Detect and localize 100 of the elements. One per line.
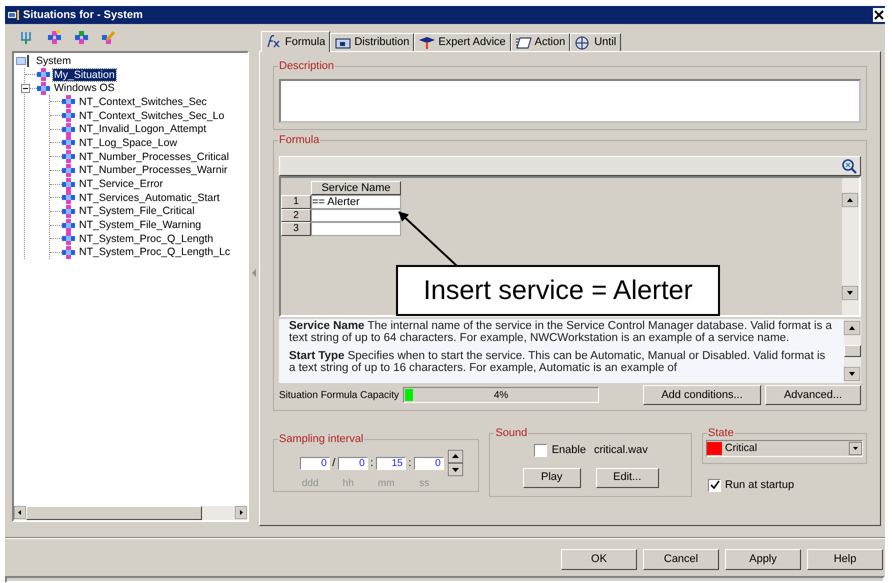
situation-icon [62, 109, 75, 122]
tab[interactable]: Action [510, 33, 570, 51]
situation-icon [62, 178, 75, 191]
card-icon [335, 36, 352, 50]
tree-item[interactable]: NT_Invalid_Logon_Attempt [78, 123, 208, 136]
window-icon [8, 10, 20, 20]
button[interactable]: Apply [725, 549, 801, 570]
expand-toggle[interactable] [21, 84, 30, 93]
tab[interactable]: Distribution [330, 33, 414, 51]
column-header[interactable]: Service Name [311, 181, 401, 195]
situation-icon [37, 82, 50, 95]
table-cell[interactable] [311, 208, 401, 222]
button[interactable]: OK [561, 549, 637, 570]
tree-item[interactable]: NT_Services_Automatic_Start [78, 192, 221, 204]
description-field[interactable] [279, 79, 861, 123]
unit-label: mm [376, 477, 396, 491]
vertical-scrollbar[interactable] [844, 319, 861, 383]
graduation-cap-icon [419, 36, 436, 50]
checkbox-label: Enable [552, 443, 586, 458]
time-field[interactable]: 0 [414, 456, 444, 470]
sound-file: critical.wav [594, 443, 648, 458]
unit-label: ddd [300, 477, 320, 491]
row-number: 2 [281, 208, 311, 222]
scroll-down-icon[interactable] [842, 286, 858, 300]
button[interactable]: Play [522, 468, 581, 488]
tree-item[interactable]: Windows OS [53, 82, 116, 94]
checkbox-label: Run at startup [725, 478, 794, 493]
scroll-down-icon[interactable] [844, 367, 860, 381]
fx-icon [266, 35, 282, 49]
spin-down-icon[interactable] [448, 463, 463, 476]
help-text: Start Type Specifies when to start the service. This can be Automatic, Manual or Disabled. Valid format is a text string of up to 16 characters. For example, Automatic is an example of [289, 350, 826, 374]
add-situation-icon[interactable] [74, 30, 89, 45]
unit-label: hh [342, 477, 355, 491]
tab[interactable]: Until [570, 33, 622, 51]
situation-icon [62, 246, 75, 259]
table-cell[interactable]: == Alerter [311, 195, 401, 208]
time-field[interactable]: 0 [300, 456, 330, 470]
scroll-up-icon[interactable] [842, 193, 858, 207]
button[interactable]: Advanced... [765, 385, 861, 405]
tree-item[interactable]: NT_System_File_Critical [78, 205, 196, 218]
table-cell[interactable] [311, 222, 401, 236]
annotation-arrow [397, 210, 459, 267]
tab[interactable]: Expert Advice [414, 33, 511, 51]
button[interactable]: Help [807, 549, 883, 570]
tree-item[interactable]: NT_Service_Error [78, 178, 164, 190]
button[interactable]: Edit... [596, 468, 659, 488]
window-title: Situations for - System [23, 8, 144, 23]
scroll-left-icon[interactable] [14, 506, 26, 519]
tree-item[interactable]: NT_Context_Switches_Sec [78, 96, 208, 108]
spin-button[interactable] [448, 450, 463, 476]
situation-icon [62, 218, 75, 232]
globe-icon [575, 36, 592, 50]
help-text: Service Name The internal name of the service in the Service Control Manager database. Valid format is a text string of up to 64 characters. For example, NWCWorkstation is an example of a service name. [289, 320, 833, 344]
situation-icon [62, 191, 75, 204]
tree-item[interactable]: NT_System_Proc_Q_Length [78, 232, 214, 245]
time-field[interactable]: 0 [338, 456, 368, 470]
unit-label: ss [418, 477, 430, 491]
tab[interactable]: Formula [261, 31, 330, 52]
group-legend: Description [278, 59, 336, 73]
horizontal-scrollbar[interactable] [14, 506, 247, 520]
checkbox[interactable] [708, 478, 721, 492]
check-icon [710, 480, 720, 490]
vertical-scrollbar[interactable] [842, 178, 859, 315]
annotation-callout: Insert service = Alerter [396, 265, 720, 316]
situation-icon [62, 122, 75, 136]
tree-item[interactable]: NT_System_Proc_Q_Length_Lc [78, 246, 232, 258]
button[interactable]: Add conditions... [643, 385, 761, 405]
field-separator: : [407, 456, 412, 471]
tree-item[interactable]: NT_Number_Processes_Critical [78, 150, 230, 163]
checkbox[interactable] [534, 444, 547, 457]
tree-item[interactable]: My_Situation [53, 68, 116, 81]
scroll-thumb[interactable] [844, 345, 861, 357]
state-dropdown[interactable]: Critical [706, 440, 863, 457]
situation-icon [62, 150, 75, 164]
tree-item[interactable]: NT_System_File_Warning [78, 219, 202, 232]
scroll-up-icon[interactable] [844, 321, 860, 335]
capacity-label: Situation Formula Capacity [279, 388, 400, 402]
situation-icon [37, 68, 50, 82]
tree-item[interactable]: NT_Log_Space_Low [78, 136, 178, 149]
group-legend: Sampling interval [278, 432, 364, 446]
spin-up-icon[interactable] [448, 450, 463, 463]
field-separator: : [369, 456, 374, 471]
tree-item[interactable]: System [35, 54, 72, 67]
edit-situation-icon[interactable] [101, 30, 116, 45]
situation-icon [62, 136, 75, 150]
close-icon[interactable] [873, 8, 885, 22]
formula-editor-icon[interactable] [841, 158, 857, 174]
situation-icon [62, 164, 75, 177]
field-separator: / [331, 456, 336, 471]
new-situation-icon[interactable] [47, 30, 62, 45]
row-number: 3 [281, 222, 311, 236]
tree-item[interactable]: NT_Number_Processes_Warnir [78, 164, 228, 176]
scroll-right-icon[interactable] [235, 506, 247, 519]
row-number: 1 [281, 195, 311, 208]
dropdown-arrow-icon [849, 442, 862, 455]
tilted-page-icon [516, 36, 532, 50]
button[interactable]: Cancel [643, 549, 719, 570]
time-field[interactable]: 15 [376, 456, 406, 470]
tree-item[interactable]: NT_Context_Switches_Sec_Lo [78, 110, 226, 122]
progress-reading: 4% [494, 388, 508, 402]
